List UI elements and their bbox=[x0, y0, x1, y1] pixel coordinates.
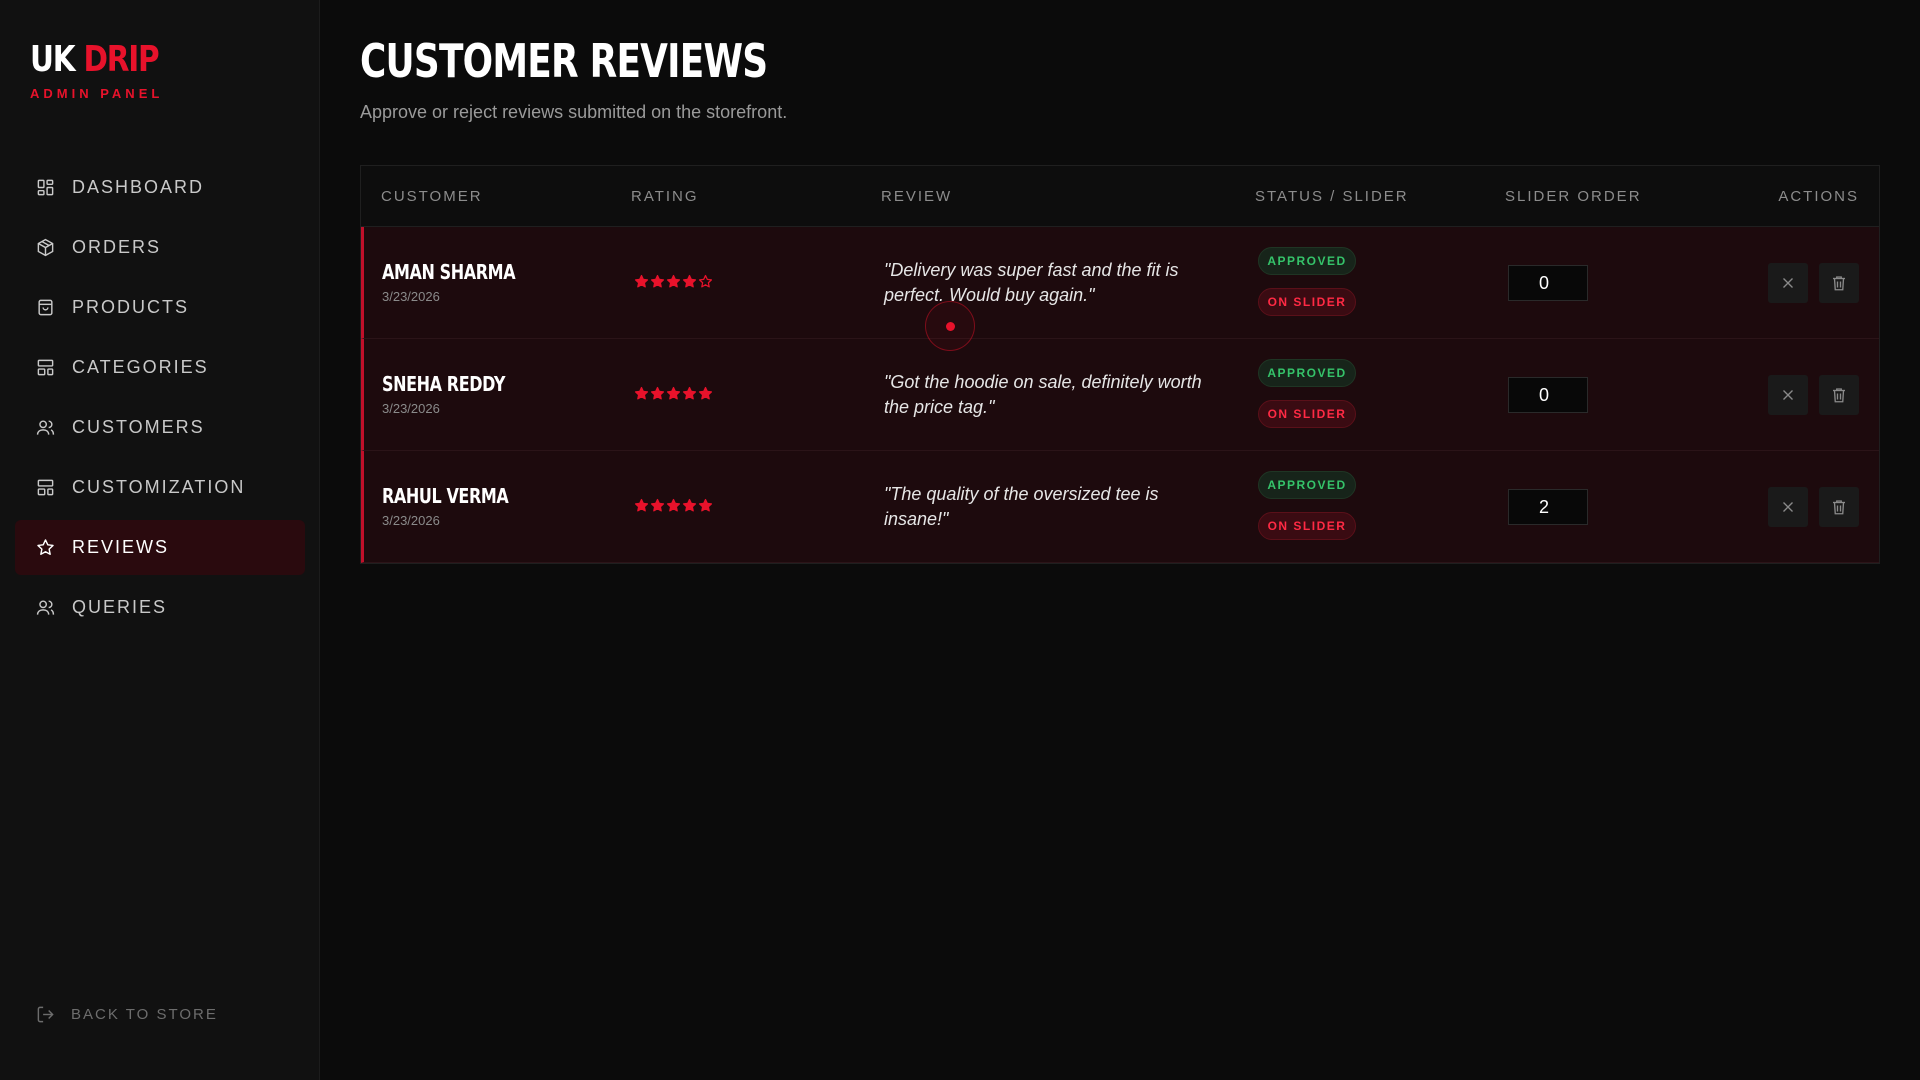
star-filled-icon bbox=[666, 274, 681, 288]
rating-stars bbox=[634, 386, 713, 401]
dashboard-icon bbox=[35, 178, 55, 198]
sidebar-item-customers[interactable]: CUSTOMERS bbox=[15, 400, 305, 455]
slider-badge[interactable]: ON SLIDER bbox=[1258, 400, 1356, 428]
users-icon bbox=[35, 598, 55, 618]
header-rating: RATING bbox=[631, 187, 699, 205]
sidebar: UK DRIP ADMIN PANEL DASHBOARD ORDERS PRO… bbox=[0, 0, 320, 1080]
reviews-table: CUSTOMER RATING REVIEW STATUS / SLIDER S… bbox=[360, 165, 1880, 564]
star-filled-icon bbox=[666, 386, 681, 400]
close-icon bbox=[1783, 390, 1793, 400]
star-filled-icon bbox=[650, 386, 665, 400]
reject-button[interactable] bbox=[1768, 375, 1808, 415]
slider-order-input[interactable]: 2 bbox=[1508, 489, 1588, 525]
sidebar-item-label: CUSTOMIZATION bbox=[72, 477, 246, 497]
sidebar-item-categories[interactable]: CATEGORIES bbox=[15, 340, 305, 395]
sidebar-item-products[interactable]: PRODUCTS bbox=[15, 280, 305, 335]
star-filled-icon bbox=[698, 386, 713, 400]
slider-order-input[interactable]: 0 bbox=[1508, 377, 1588, 413]
sidebar-item-dashboard[interactable]: DASHBOARD bbox=[15, 160, 305, 215]
brand-subtitle: ADMIN PANEL bbox=[30, 86, 164, 101]
layout-icon bbox=[35, 478, 55, 498]
package-icon bbox=[35, 238, 55, 258]
header-customer: CUSTOMER bbox=[381, 187, 483, 205]
sidebar-item-orders[interactable]: ORDERS bbox=[15, 220, 305, 275]
sidebar-item-label: PRODUCTS bbox=[72, 297, 190, 317]
shopping-bag-icon bbox=[35, 298, 55, 318]
delete-button[interactable] bbox=[1819, 263, 1859, 303]
status-badge-approved[interactable]: APPROVED bbox=[1258, 247, 1356, 275]
review-date: 3/23/2026 bbox=[382, 513, 440, 528]
layout-icon bbox=[35, 358, 55, 378]
sidebar-item-label: QUERIES bbox=[72, 597, 168, 617]
trash-icon bbox=[1833, 388, 1845, 403]
trash-icon bbox=[1833, 276, 1845, 291]
sidebar-item-label: ORDERS bbox=[72, 237, 162, 257]
star-filled-icon bbox=[698, 498, 713, 512]
slider-badge[interactable]: ON SLIDER bbox=[1258, 512, 1356, 540]
reject-button[interactable] bbox=[1768, 263, 1808, 303]
cursor-dot bbox=[946, 322, 955, 331]
users-icon bbox=[35, 418, 55, 438]
review-date: 3/23/2026 bbox=[382, 401, 440, 416]
star-filled-icon bbox=[682, 274, 697, 288]
star-filled-icon bbox=[634, 498, 649, 512]
star-empty-icon bbox=[698, 274, 713, 288]
sidebar-item-label: REVIEWS bbox=[72, 537, 170, 557]
review-text: "The quality of the oversized tee is ins… bbox=[884, 484, 1159, 529]
header-review: REVIEW bbox=[881, 187, 953, 205]
star-filled-icon bbox=[634, 274, 649, 288]
star-filled-icon bbox=[666, 498, 681, 512]
delete-button[interactable] bbox=[1819, 487, 1859, 527]
customer-name: RAHUL VERMA bbox=[382, 484, 509, 508]
logout-icon bbox=[35, 1004, 55, 1024]
back-to-store-link[interactable]: BACK TO STORE bbox=[35, 1004, 218, 1024]
star-filled-icon bbox=[682, 498, 697, 512]
table-header: CUSTOMER RATING REVIEW STATUS / SLIDER S… bbox=[361, 166, 1879, 227]
table-row: RAHUL VERMA 3/23/2026 "The quality of th… bbox=[361, 451, 1879, 563]
sidebar-item-label: CATEGORIES bbox=[72, 357, 209, 377]
rating-stars bbox=[634, 274, 713, 289]
slider-badge[interactable]: ON SLIDER bbox=[1258, 288, 1356, 316]
close-icon bbox=[1783, 278, 1793, 288]
review-text: "Got the hoodie on sale, definitely wort… bbox=[884, 372, 1202, 417]
status-badge-approved[interactable]: APPROVED bbox=[1258, 471, 1356, 499]
sidebar-nav: DASHBOARD ORDERS PRODUCTS CATEGORIES CUS… bbox=[15, 160, 305, 640]
delete-button[interactable] bbox=[1819, 375, 1859, 415]
table-row: SNEHA REDDY 3/23/2026 "Got the hoodie on… bbox=[361, 339, 1879, 451]
header-status-slider: STATUS / SLIDER bbox=[1255, 187, 1409, 205]
review-text: "Delivery was super fast and the fit is … bbox=[884, 260, 1179, 305]
star-filled-icon bbox=[634, 386, 649, 400]
customer-name: AMAN SHARMA bbox=[382, 260, 516, 284]
trash-icon bbox=[1833, 500, 1845, 515]
brand-title: UK DRIP bbox=[30, 39, 160, 80]
sidebar-item-queries[interactable]: QUERIES bbox=[15, 580, 305, 635]
slider-order-input[interactable]: 0 bbox=[1508, 265, 1588, 301]
customer-name: SNEHA REDDY bbox=[382, 372, 506, 396]
sidebar-item-reviews[interactable]: REVIEWS bbox=[15, 520, 305, 575]
header-actions: ACTIONS bbox=[1778, 187, 1859, 205]
header-slider-order: SLIDER ORDER bbox=[1505, 187, 1642, 205]
page-title: CUSTOMER REVIEWS bbox=[360, 34, 768, 88]
review-date: 3/23/2026 bbox=[382, 289, 440, 304]
brand-logo[interactable]: UK DRIP ADMIN PANEL bbox=[30, 38, 187, 101]
sidebar-item-customization[interactable]: CUSTOMIZATION bbox=[15, 460, 305, 515]
rating-stars bbox=[634, 498, 713, 513]
star-filled-icon bbox=[682, 386, 697, 400]
close-icon bbox=[1783, 502, 1793, 512]
sidebar-item-label: DASHBOARD bbox=[72, 177, 205, 197]
status-badge-approved[interactable]: APPROVED bbox=[1258, 359, 1356, 387]
sidebar-item-label: CUSTOMERS bbox=[72, 417, 205, 437]
table-row: AMAN SHARMA 3/23/2026 "Delivery was supe… bbox=[361, 227, 1879, 339]
page-subtitle: Approve or reject reviews submitted on t… bbox=[360, 102, 788, 122]
star-icon bbox=[35, 538, 55, 558]
back-to-store-label: BACK TO STORE bbox=[71, 1005, 218, 1023]
star-filled-icon bbox=[650, 274, 665, 288]
star-filled-icon bbox=[650, 498, 665, 512]
reject-button[interactable] bbox=[1768, 487, 1808, 527]
